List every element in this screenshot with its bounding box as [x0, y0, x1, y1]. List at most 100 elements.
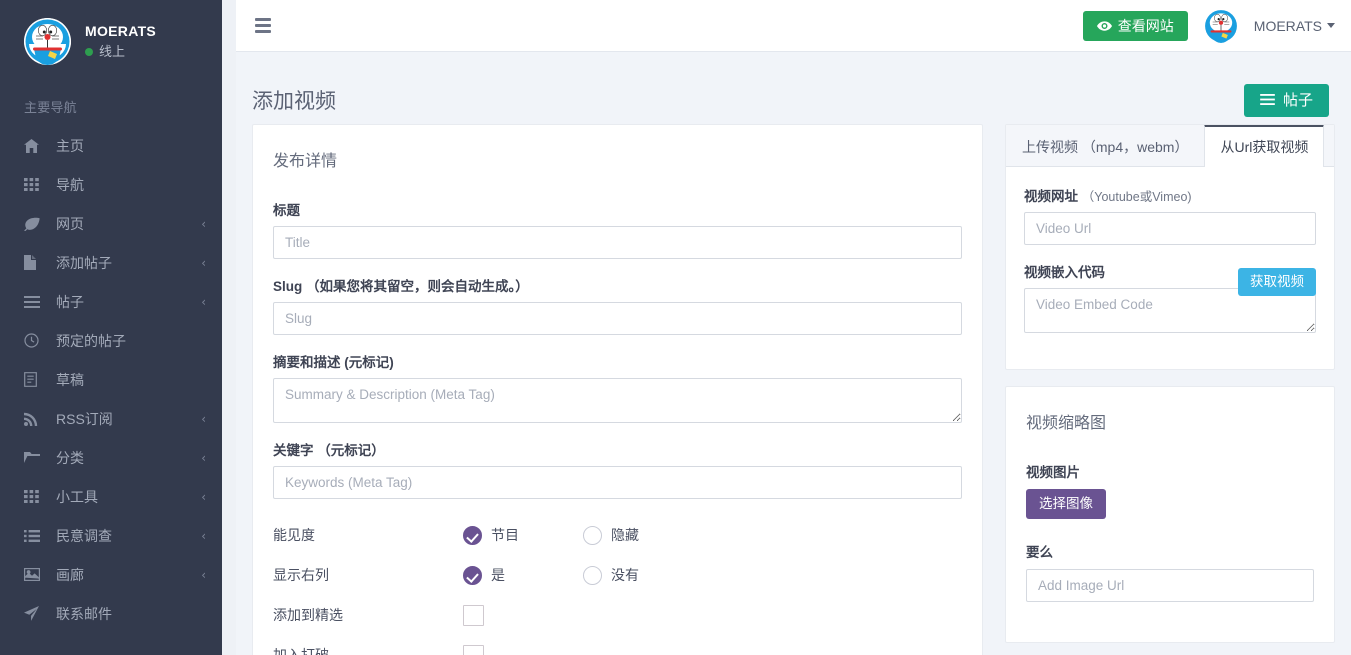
or-label: 要么 [1026, 544, 1053, 560]
title-input[interactable] [273, 226, 962, 259]
sidebar-item-home[interactable]: 主页 [0, 126, 222, 165]
sidebar-item-label: 网页 [56, 215, 84, 232]
video-url-input[interactable] [1024, 212, 1316, 245]
leaf-icon [24, 217, 46, 231]
summary-field-group: 摘要和描述 (元标记) [273, 351, 962, 423]
keywords-label-hint: （元标记） [317, 443, 385, 458]
video-thumbnail-card: 视频缩略图 视频图片 选择图像 要么 [1005, 386, 1335, 643]
posts-button-label: 帖子 [1282, 91, 1313, 109]
sidebar-item-label: 画廊 [56, 566, 84, 583]
slug-label: Slug （如果您将其留空，则会自动生成。） [273, 275, 962, 295]
add-to-featured-label: 添加到精选 [273, 607, 343, 623]
posts-button[interactable]: 帖子 [1243, 83, 1329, 117]
sidebar: MOERATS 线上 主要导航 主页 导航 网页 ‹ 添加帖子 ‹ 帖子 ‹ 预… [0, 0, 236, 655]
sidebar-nav-header: 主要导航 [24, 100, 77, 115]
visibility-option-hide[interactable]: 隐藏 [583, 525, 703, 545]
sidebar-item-contact-mail[interactable]: 联系邮件 [0, 594, 222, 633]
list-icon [24, 295, 46, 308]
sidebar-item-posts[interactable]: 帖子 ‹ [0, 282, 222, 321]
radio-selected-icon[interactable] [463, 565, 482, 585]
sidebar-user-status: 线上 [85, 42, 156, 62]
sidebar-item-rss[interactable]: RSS订阅 ‹ [0, 399, 222, 438]
visibility-option-show[interactable]: 节目 [463, 525, 583, 545]
sidebar-item-label: 小工具 [56, 488, 98, 505]
slug-input[interactable] [273, 302, 962, 335]
title-field-group: 标题 [273, 199, 962, 259]
image-icon [24, 568, 46, 581]
show-right-column-no-label: 没有 [611, 567, 639, 583]
radio-unselected-icon[interactable] [583, 525, 602, 545]
sidebar-item-label: 导航 [56, 176, 84, 193]
sidebar-item-add-post[interactable]: 添加帖子 ‹ [0, 243, 222, 282]
sidebar-user-status-label: 线上 [99, 43, 126, 59]
rss-icon [24, 412, 46, 426]
topbar-right-group: 查看网站 MOERATS [1082, 8, 1351, 43]
sidebar-user-meta: MOERATS 线上 [85, 22, 156, 62]
doraemon-avatar [24, 18, 71, 65]
choose-image-button[interactable]: 选择图像 [1026, 489, 1106, 519]
sidebar-item-label: 添加帖子 [56, 254, 112, 271]
slug-label-hint: （如果您将其留空，则会自动生成。） [306, 279, 529, 294]
video-url-label: 视频网址 （Youtube或Vimeo) [1024, 185, 1316, 205]
summary-label-hint: (元标记) [344, 355, 394, 370]
sidebar-item-pages[interactable]: 网页 ‹ [0, 204, 222, 243]
sidebar-item-nav[interactable]: 导航 [0, 165, 222, 204]
chevron-left-icon: ‹ [201, 528, 206, 543]
radio-selected-icon[interactable] [463, 525, 482, 545]
video-from-url-panel: 获取视频 视频网址 （Youtube或Vimeo) 视频嵌入代码 [1006, 167, 1334, 369]
keywords-input[interactable] [273, 466, 962, 499]
page-title: 添加视频 [252, 90, 336, 113]
chevron-left-icon: ‹ [201, 294, 206, 309]
sidebar-item-drafts[interactable]: 草稿 [0, 360, 222, 399]
add-to-breaking-checkbox[interactable] [463, 644, 484, 655]
publish-details-title: 发布详情 [273, 153, 338, 170]
sidebar-item-label: 联系邮件 [56, 605, 112, 622]
hamburger-icon[interactable] [248, 11, 278, 41]
view-site-button[interactable]: 查看网站 [1082, 10, 1188, 41]
show-right-column-label: 显示右列 [273, 567, 329, 583]
sidebar-item-polls[interactable]: 民意调查 ‹ [0, 516, 222, 555]
panel-spacer [1005, 370, 1335, 386]
content-columns: 发布详情 标题 Slug （如果您将其留空，则会自动生成。） [236, 124, 1351, 655]
summary-label-main: 摘要和描述 [273, 355, 341, 370]
image-url-input[interactable] [1026, 568, 1314, 602]
home-icon [24, 138, 46, 153]
sidebar-item-categories[interactable]: 分类 ‹ [0, 438, 222, 477]
sidebar-user-panel[interactable]: MOERATS 线上 [0, 0, 222, 83]
visibility-label: 能见度 [273, 527, 315, 543]
online-dot-icon [85, 47, 93, 56]
top-navbar: 查看网站 MOERATS [236, 0, 1351, 52]
add-to-featured-checkbox[interactable] [463, 604, 484, 626]
video-source-card: 上传视频 （mp4，webm） 从Url获取视频 获取视频 视频网址 （Yout… [1005, 124, 1335, 370]
clock-icon [24, 333, 46, 348]
sidebar-item-gallery[interactable]: 画廊 ‹ [0, 555, 222, 594]
sidebar-item-widgets[interactable]: 小工具 ‹ [0, 477, 222, 516]
tab-video-from-url[interactable]: 从Url获取视频 [1204, 125, 1325, 167]
sidebar-item-scheduled-posts[interactable]: 预定的帖子 [0, 321, 222, 360]
chevron-left-icon: ‹ [201, 450, 206, 465]
show-right-column-option-yes[interactable]: 是 [463, 565, 583, 585]
radio-unselected-icon[interactable] [583, 565, 602, 585]
doraemon-avatar[interactable] [1203, 8, 1238, 43]
sidebar-scrollbar[interactable] [222, 0, 236, 655]
summary-label: 摘要和描述 (元标记) [273, 351, 962, 371]
sidebar-item-label: 民意调查 [56, 527, 112, 544]
list-icon [1260, 93, 1275, 108]
publish-details-body: 发布详情 标题 Slug （如果您将其留空，则会自动生成。） [253, 125, 982, 655]
sidebar-item-label: 主页 [56, 137, 84, 154]
main-content: 添加视频 帖子 发布详情 标题 Slug [236, 52, 1351, 655]
video-url-label-hint: （Youtube或Vimeo) [1081, 190, 1192, 204]
sidebar-item-label: 草稿 [56, 371, 84, 388]
keywords-label: 关键字 （元标记） [273, 439, 962, 459]
poll-list-icon [24, 529, 46, 542]
tab-upload-video[interactable]: 上传视频 （mp4，webm） [1006, 125, 1204, 167]
show-right-column-option-no[interactable]: 没有 [583, 565, 703, 585]
visibility-option-hide-label: 隐藏 [611, 527, 639, 543]
fetch-video-button[interactable]: 获取视频 [1238, 268, 1316, 296]
chevron-left-icon: ‹ [201, 489, 206, 504]
video-image-label: 视频图片 [1026, 465, 1080, 480]
summary-textarea[interactable] [273, 378, 962, 423]
user-menu-button[interactable]: MOERATS [1254, 18, 1335, 34]
slug-label-main: Slug [273, 279, 303, 294]
publish-details-card: 发布详情 标题 Slug （如果您将其留空，则会自动生成。） [252, 124, 983, 655]
